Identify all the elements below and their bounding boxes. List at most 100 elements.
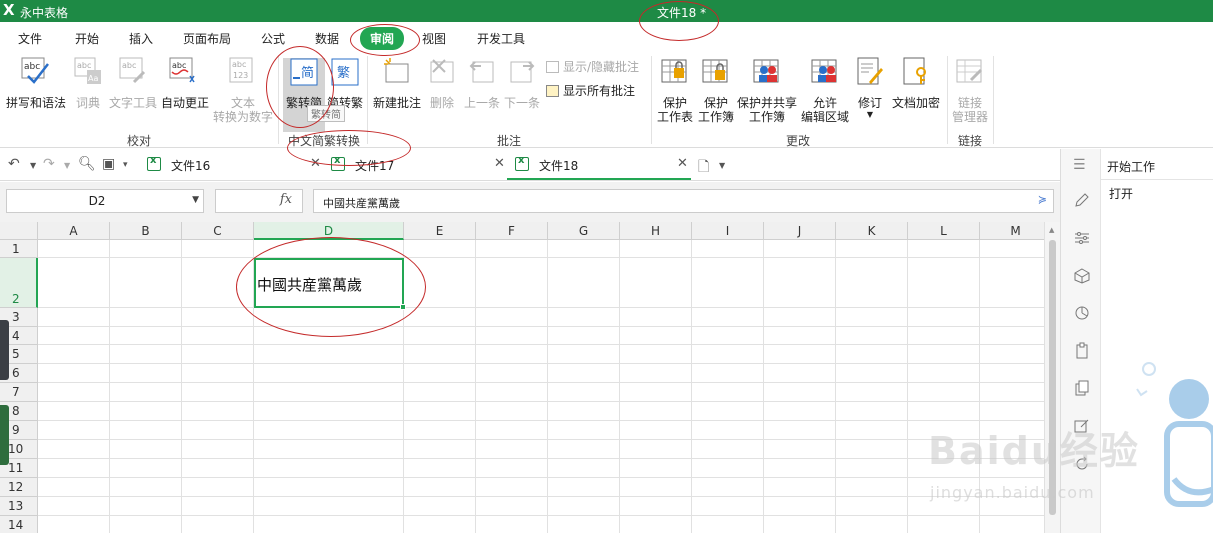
gridline (38, 401, 1044, 402)
traditional-glyph: 繁 (337, 65, 350, 81)
track-changes-dropdown-icon[interactable]: ▼ (854, 108, 886, 122)
save-icon[interactable]: ▣ (102, 156, 115, 172)
svg-text:abc: abc (77, 61, 91, 70)
fx-icon: fx (279, 192, 292, 207)
quick-access-menu-icon[interactable]: ▾ (123, 160, 128, 170)
task-pane-toolbar: ☰ (1061, 149, 1101, 533)
spreadsheet-grid[interactable]: A B C D E F G H I J K L M 1 2 3 4 5 6 7 … (0, 222, 1044, 533)
gridline (109, 240, 110, 533)
formula-input[interactable]: 中國共産黨萬歲 ≽ (313, 189, 1054, 213)
close-icon[interactable]: ✕ (494, 156, 505, 171)
name-box[interactable]: D2 ▼ (6, 189, 204, 213)
clipboard-icon[interactable] (1073, 342, 1091, 360)
delete-comment-label: 删除 (429, 96, 454, 110)
pie-chart-icon[interactable] (1073, 304, 1091, 322)
ribbon-review: abc 拼写和语法 abc Aa 词典 abc 文字工具 abc 自动更正 ab… (0, 52, 1213, 148)
ribbon-separator (367, 56, 368, 144)
row-header[interactable]: 13 (0, 497, 38, 516)
side-widget (0, 320, 9, 380)
name-box-value: D2 (88, 194, 106, 208)
show-hide-comment-icon (546, 61, 559, 73)
column-header[interactable]: B (110, 222, 182, 240)
encrypt-document-label: 文档加密 (891, 96, 940, 110)
gridline (619, 240, 620, 533)
menu-data[interactable]: 数据 (315, 30, 339, 47)
gridline (38, 458, 1044, 459)
row-header[interactable]: 7 (0, 383, 38, 402)
gridline (907, 240, 908, 533)
column-header[interactable]: C (182, 222, 254, 240)
pencil-icon[interactable] (1073, 191, 1091, 209)
ribbon-separator (947, 56, 948, 144)
redo-icon[interactable]: ↷ (43, 156, 55, 172)
chevron-down-icon[interactable]: ▼ (192, 195, 199, 205)
copy-icon[interactable] (1073, 379, 1091, 397)
column-header[interactable]: J (764, 222, 836, 240)
column-header[interactable]: I (692, 222, 764, 240)
document-tab-bar: ↶ ▼ ↷ ▼ 🔍︎ ▣ ▾ 文件16 ✕ 文件17 ✕ 文件18 ✕ 🗋︎ ▼ (0, 149, 1060, 181)
group-comments-label: 批注 (497, 134, 522, 148)
ribbon-separator (651, 56, 652, 144)
row-header[interactable]: 1 (0, 240, 38, 258)
scroll-up-icon[interactable]: ▲ (1049, 226, 1054, 234)
row-header[interactable]: 14 (0, 516, 38, 533)
redo-dropdown-icon[interactable]: ▼ (64, 161, 70, 170)
show-hide-comment-button[interactable]: 显示/隐藏批注 (546, 58, 639, 75)
menu-view[interactable]: 视图 (422, 30, 446, 47)
menu-file[interactable]: 文件 (18, 30, 42, 47)
active-cell-d2[interactable] (254, 258, 404, 308)
protect-sheet-label-1: 保护 (662, 96, 687, 110)
column-header[interactable]: F (476, 222, 548, 240)
undo-icon[interactable]: ↶ (8, 156, 20, 172)
protect-workbook-label-2: 工作簿 (697, 110, 734, 124)
gridline (38, 382, 1044, 383)
tab-file17[interactable]: 文件17 ✕ (331, 153, 509, 180)
fill-handle[interactable] (400, 304, 406, 310)
svg-text:abc: abc (122, 61, 136, 70)
svg-text:abc: abc (232, 60, 246, 69)
menu-insert[interactable]: 插入 (129, 30, 153, 47)
close-icon[interactable]: ✕ (677, 156, 688, 171)
print-preview-icon[interactable]: 🔍︎ (78, 156, 96, 172)
undo-dropdown-icon[interactable]: ▼ (30, 161, 36, 170)
menu-icon[interactable]: ☰ (1073, 157, 1086, 173)
group-changes-label: 更改 (786, 134, 811, 148)
close-icon[interactable]: ✕ (310, 156, 321, 171)
show-all-comments-button[interactable]: 显示所有批注 (546, 82, 635, 99)
column-header[interactable]: M (980, 222, 1044, 240)
select-all-corner[interactable] (0, 222, 38, 240)
menu-review[interactable]: 审阅 (360, 27, 405, 50)
column-header-selected[interactable]: D (254, 222, 404, 240)
tab-file16[interactable]: 文件16 ✕ (147, 153, 325, 180)
tab-file18[interactable]: 文件18 ✕ (507, 153, 691, 180)
dictionary-label: 词典 (75, 96, 100, 110)
menu-formula[interactable]: 公式 (261, 30, 285, 47)
gridline (38, 439, 1044, 440)
group-proofing-label: 校对 (127, 134, 152, 148)
cube-icon[interactable] (1073, 267, 1091, 285)
encrypt-document-icon (903, 57, 926, 85)
column-header[interactable]: A (38, 222, 110, 240)
gridline (835, 240, 836, 533)
column-header[interactable]: G (548, 222, 620, 240)
function-button[interactable]: fx (215, 189, 303, 213)
svg-text:123: 123 (233, 71, 248, 80)
menu-page-layout[interactable]: 页面布局 (183, 30, 231, 47)
column-header[interactable]: L (908, 222, 980, 240)
gridline (475, 240, 476, 533)
link-manager-icon (956, 59, 983, 83)
row-header[interactable]: 12 (0, 478, 38, 497)
row-header-selected[interactable]: 2 (0, 258, 38, 308)
new-tab-icon[interactable]: 🗋︎ (698, 156, 709, 180)
expand-formula-icon[interactable]: ≽ (1038, 193, 1047, 206)
column-header[interactable]: E (404, 222, 476, 240)
autocorrect-icon: abc (169, 57, 195, 83)
new-tab-dropdown-icon[interactable]: ▼ (719, 161, 725, 170)
menu-developer[interactable]: 开发工具 (477, 30, 525, 47)
column-header[interactable]: K (836, 222, 908, 240)
settings-sliders-icon[interactable] (1073, 229, 1091, 247)
open-link[interactable]: 打开 (1109, 185, 1133, 202)
menu-home[interactable]: 开始 (75, 30, 99, 47)
protect-sheet-label-2: 工作表 (656, 110, 693, 124)
column-header[interactable]: H (620, 222, 692, 240)
